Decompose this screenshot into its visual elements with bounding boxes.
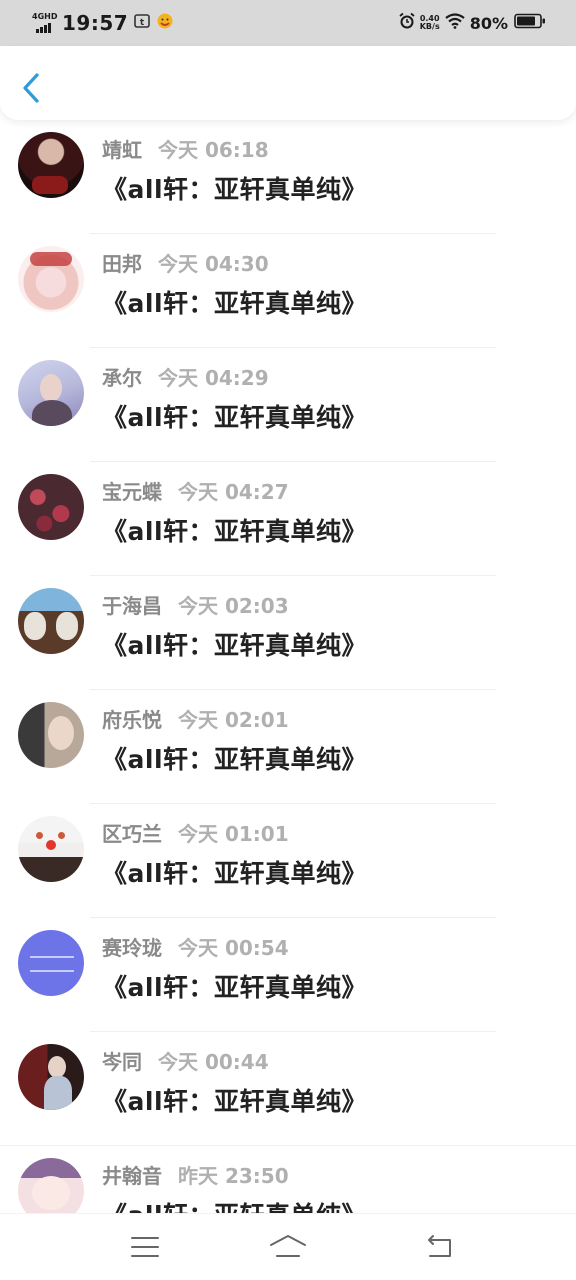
story-title[interactable]: 《all轩：亚轩真单纯》 [102, 854, 367, 890]
status-left: 4GHD 19:57 t [32, 9, 174, 37]
avatar[interactable] [18, 246, 84, 312]
user-name: 区巧兰 今天 01:01 [102, 818, 289, 847]
message-list: 靖虹 今天 06:18 《all轩：亚轩真单纯》 田邦 今天 04:30 《all轩… [0, 120, 576, 1214]
wifi-icon [445, 13, 465, 33]
menu-button[interactable] [130, 1232, 160, 1266]
user-name: 靖虹 今天 06:18 [102, 134, 269, 163]
list-item[interactable]: 岑同 今天 00:44 《all轩：亚轩真单纯》 [0, 1032, 576, 1146]
story-title[interactable]: 《all轩：亚轩真单纯》 [102, 284, 367, 320]
post-time: 今天 00:54 [178, 936, 289, 960]
list-item[interactable]: 于海昌 今天 02:03 《all轩：亚轩真单纯》 [0, 576, 576, 690]
back-button[interactable] [14, 66, 50, 110]
notification-app-icon: t [134, 13, 150, 33]
post-time: 今天 02:03 [178, 594, 289, 618]
home-icon [270, 1235, 306, 1257]
user-name-text: 岑同 [102, 1050, 142, 1074]
chevron-left-icon [23, 73, 39, 103]
menu-icon [131, 1237, 159, 1257]
svg-text:t: t [140, 18, 145, 28]
post-time: 今天 04:27 [178, 480, 289, 504]
post-time: 昨天 23:50 [178, 1164, 289, 1188]
story-title[interactable]: 《all轩：亚轩真单纯》 [102, 512, 367, 548]
post-time: 今天 04:30 [158, 252, 269, 276]
list-item[interactable]: 宝元蝶 今天 04:27 《all轩：亚轩真单纯》 [0, 462, 576, 576]
post-time: 今天 04:29 [158, 366, 269, 390]
user-name-text: 靖虹 [102, 138, 142, 162]
list-item[interactable]: 府乐悦 今天 02:01 《all轩：亚轩真单纯》 [0, 690, 576, 804]
user-name: 赛玲珑 今天 00:54 [102, 932, 289, 961]
avatar[interactable] [18, 588, 84, 654]
post-time: 今天 01:01 [178, 822, 289, 846]
user-name-text: 田邦 [102, 252, 142, 276]
list-item[interactable]: 井翰音昨天 23:50 《all轩：亚轩真单纯》 [0, 1146, 576, 1214]
user-name-text: 赛玲珑 [102, 936, 162, 960]
status-right: 0.40 KB/s 80% [398, 9, 546, 37]
user-name: 于海昌 今天 02:03 [102, 590, 289, 619]
story-title[interactable]: 《all轩：亚轩真单纯》 [102, 740, 367, 776]
list-item[interactable]: 承尔 今天 04:29 《all轩：亚轩真单纯》 [0, 348, 576, 462]
story-title[interactable]: 《all轩：亚轩真单纯》 [102, 170, 367, 206]
user-name-text: 府乐悦 [102, 708, 162, 732]
user-name: 宝元蝶 今天 04:27 [102, 476, 289, 505]
avatar[interactable] [18, 132, 84, 198]
battery-icon [514, 13, 546, 33]
avatar[interactable] [18, 1158, 84, 1214]
list-item[interactable]: 赛玲珑 今天 00:54 《all轩：亚轩真单纯》 [0, 918, 576, 1032]
alarm-icon [398, 12, 416, 34]
user-name: 井翰音 昨天 23:50 [102, 1160, 289, 1189]
network-indicator: 4GHD [32, 10, 58, 36]
home-button[interactable] [268, 1232, 308, 1266]
avatar[interactable] [18, 474, 84, 540]
avatar[interactable] [18, 360, 84, 426]
status-time: 19:57 [62, 11, 129, 35]
user-name: 承尔 今天 04:29 [102, 362, 269, 391]
avatar[interactable] [18, 1044, 84, 1110]
signal-icon [36, 23, 51, 33]
user-name: 岑同 今天 00:44 [102, 1046, 269, 1075]
speed-unit: KB/s [419, 22, 440, 31]
avatar[interactable] [18, 702, 84, 768]
avatar[interactable] [18, 930, 84, 996]
user-name-text: 井翰音 [102, 1164, 162, 1188]
user-name: 田邦 今天 04:30 [102, 248, 269, 277]
story-title[interactable]: 《all轩：亚轩真单纯》 [102, 1196, 367, 1214]
post-time: 今天 06:18 [158, 138, 269, 162]
list-item[interactable]: 田邦 今天 04:30 《all轩：亚轩真单纯》 [0, 234, 576, 348]
user-name: 府乐悦 今天 02:01 [102, 704, 289, 733]
battery-percent: 80% [469, 13, 508, 33]
back-icon [428, 1235, 451, 1257]
list-item[interactable]: 区巧兰 今天 01:01 《all轩：亚轩真单纯》 [0, 804, 576, 918]
story-title[interactable]: 《all轩：亚轩真单纯》 [102, 1082, 367, 1118]
system-nav-bar [0, 1213, 576, 1280]
top-header [0, 46, 576, 120]
network-type: 4GHD [32, 12, 58, 21]
story-title[interactable]: 《all轩：亚轩真单纯》 [102, 398, 367, 434]
avatar[interactable] [18, 816, 84, 882]
story-title[interactable]: 《all轩：亚轩真单纯》 [102, 968, 367, 1004]
user-name-text: 宝元蝶 [102, 480, 162, 504]
network-speed: 0.40 KB/s [420, 15, 440, 31]
story-title[interactable]: 《all轩：亚轩真单纯》 [102, 626, 367, 662]
emoji-notification-icon [156, 12, 174, 34]
post-time: 今天 00:44 [158, 1050, 269, 1074]
user-name-text: 承尔 [102, 366, 142, 390]
status-bar: 4GHD 19:57 t 0.40 KB/s 80% [0, 0, 576, 46]
user-name-text: 区巧兰 [102, 822, 162, 846]
post-time: 今天 02:01 [178, 708, 289, 732]
back-nav-button[interactable] [424, 1232, 456, 1266]
list-item[interactable]: 靖虹 今天 06:18 《all轩：亚轩真单纯》 [0, 120, 576, 234]
user-name-text: 于海昌 [102, 594, 162, 618]
